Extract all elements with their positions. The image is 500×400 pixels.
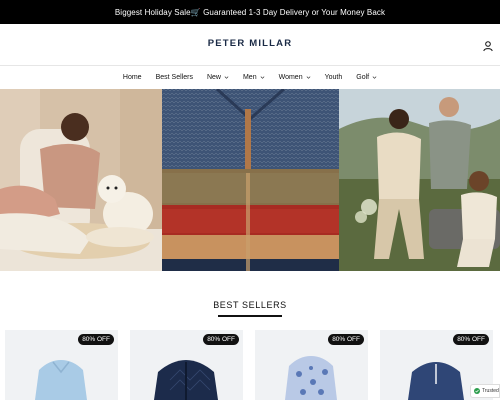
chevron-down-icon (372, 75, 377, 79)
nav-item-youth[interactable]: Youth (318, 74, 350, 81)
nav-item-home[interactable]: Home (116, 74, 149, 81)
main-nav: Home Best Sellers New Men Women Youth Go… (0, 66, 500, 88)
product-card[interactable]: 80% OFF (255, 330, 368, 400)
product-card[interactable]: 80% OFF (130, 330, 243, 400)
discount-badge: 80% OFF (453, 334, 489, 345)
chevron-down-icon (260, 75, 264, 79)
nav-label: Golf (356, 73, 370, 81)
stacked-sweaters-illustration (162, 89, 339, 271)
man-with-dog-photo[interactable] (0, 89, 162, 271)
nav-item-best-sellers[interactable]: Best Sellers (149, 74, 200, 81)
section-title-best-sellers: BEST SELLERS (213, 300, 287, 310)
nav-label: Best Sellers (155, 73, 193, 81)
nav-item-new[interactable]: New (200, 74, 236, 81)
announcement-text: Biggest Holiday Sale🛒 Guaranteed 1-3 Day… (114, 7, 386, 17)
stacked-sweaters-photo[interactable] (162, 89, 339, 271)
group-outdoor-photo[interactable] (339, 89, 500, 271)
site-header: PETER MILLAR (0, 24, 500, 66)
nav-label: Home (122, 73, 142, 81)
nav-label: Women (278, 73, 303, 81)
check-shield-icon (474, 388, 480, 394)
discount-badge: 80% OFF (328, 334, 364, 345)
brand-logo[interactable]: PETER MILLAR (0, 38, 500, 49)
title-underline (218, 315, 282, 317)
trust-badge-label: Trusted (482, 388, 499, 394)
hero-banner[interactable] (0, 89, 500, 271)
product-grid: 80% OFF 80% OFF 80% OFF 80% OFF (5, 330, 495, 400)
user-icon[interactable] (482, 40, 494, 52)
nav-item-men[interactable]: Men (236, 74, 272, 81)
nav-label: New (206, 73, 221, 81)
discount-badge: 80% OFF (203, 334, 239, 345)
trust-badge[interactable]: Trusted (470, 384, 500, 398)
man-with-dog-illustration (0, 89, 162, 271)
chevron-down-icon (224, 75, 229, 79)
nav-item-women[interactable]: Women (272, 74, 318, 81)
chevron-down-icon (306, 75, 310, 79)
discount-badge: 80% OFF (78, 334, 114, 345)
group-outdoor-illustration (339, 89, 500, 271)
product-card[interactable]: 80% OFF (5, 330, 118, 400)
announcement-bar: Biggest Holiday Sale🛒 Guaranteed 1-3 Day… (0, 0, 500, 24)
nav-label: Youth (324, 73, 343, 81)
nav-item-golf[interactable]: Golf (349, 74, 384, 81)
nav-label: Men (242, 73, 257, 81)
